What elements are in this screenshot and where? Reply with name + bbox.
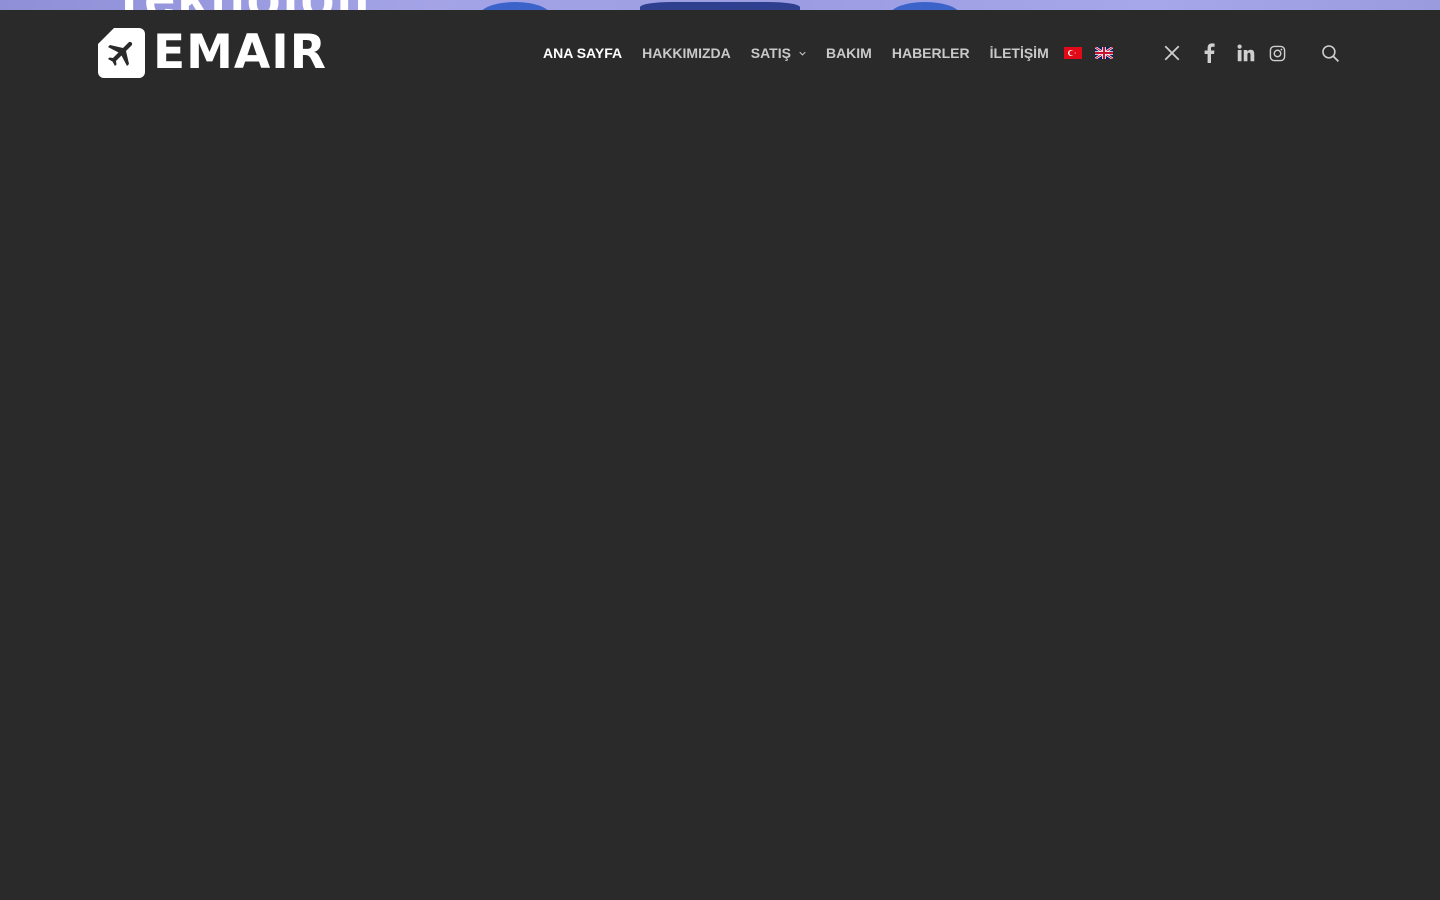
nav-item-label: HABERLER	[891, 45, 970, 61]
nav-item-home[interactable]: ANA SAYFA	[543, 45, 622, 61]
nav-item-about[interactable]: HAKKIMIZDA	[642, 45, 731, 61]
main-navigation: ANA SAYFA HAKKIMIZDA SATIŞ BAKIM HABERLE…	[543, 42, 1069, 64]
brand-name: EMAIR	[153, 25, 327, 80]
language-switcher	[1064, 47, 1126, 59]
facebook-icon[interactable]	[1198, 42, 1220, 64]
hero-image-strip: Teknoloji	[0, 0, 1440, 10]
site-header: EMAIR ANA SAYFA HAKKIMIZDA SATIŞ BAKIM H…	[0, 10, 1440, 900]
chevron-down-icon	[799, 51, 806, 56]
nav-item-label: İLETİŞİM	[989, 45, 1049, 61]
nav-item-label: BAKIM	[825, 45, 872, 61]
hero-text-fragment: Teknoloji	[112, 0, 372, 10]
nav-item-label: HAKKIMIZDA	[642, 45, 731, 61]
hero-shape	[640, 2, 800, 10]
nav-item-maintenance[interactable]: BAKIM	[826, 45, 872, 61]
nav-item-label: ANA SAYFA	[543, 45, 623, 61]
linkedin-icon[interactable]	[1235, 42, 1257, 64]
hero-shape	[480, 2, 550, 10]
search-icon[interactable]	[1319, 42, 1341, 64]
nav-item-sales[interactable]: SATIŞ	[751, 45, 806, 61]
turkey-flag-icon[interactable]	[1064, 47, 1082, 59]
nav-item-contact[interactable]: İLETİŞİM	[990, 45, 1049, 61]
uk-flag-icon[interactable]	[1095, 47, 1113, 59]
x-icon[interactable]	[1161, 42, 1183, 64]
nav-item-label: SATIŞ	[750, 45, 791, 61]
nav-item-news[interactable]: HABERLER	[892, 45, 970, 61]
hero-shape	[890, 2, 960, 10]
site-logo[interactable]: EMAIR	[98, 28, 327, 78]
airplane-icon	[98, 28, 145, 78]
instagram-icon[interactable]	[1266, 42, 1288, 64]
